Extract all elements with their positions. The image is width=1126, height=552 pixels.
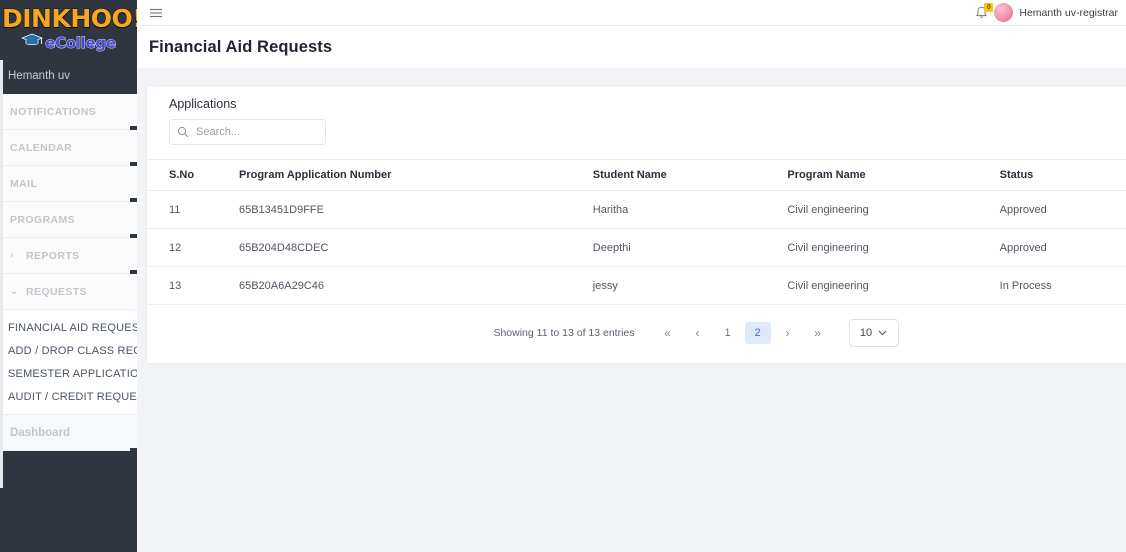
sidebar-item-label: PROGRAMS [10, 213, 76, 226]
app-root: DINKHOO! eCollege Hemanth uv NOTIFICATIO… [0, 0, 1126, 552]
brand-logo-word: DINKHOO! [1, 4, 137, 33]
sidebar-nav: NOTIFICATIONS CALENDAR MAIL PROGRAMS › R… [0, 94, 137, 454]
sidebar-item-semester-applications[interactable]: SEMESTER APPLICATIONS [0, 362, 137, 385]
chevron-right-icon: › [10, 250, 14, 261]
sidebar-item-programs[interactable]: PROGRAMS [0, 202, 137, 240]
cell-program-application-number: 65B20A6A29C46 [238, 266, 593, 305]
top-bar-right: 0 Hemanth uv-registrar [975, 2, 1118, 22]
cell-sno: 13 [147, 266, 239, 305]
sidebar-item-calendar[interactable]: CALENDAR [0, 130, 137, 168]
sidebar-item-financial-aid-requests[interactable]: FINANCIAL AID REQUESTS [0, 316, 137, 339]
column-header-program-name[interactable]: Program Name [787, 159, 1000, 191]
sidebar-submenu-requests: FINANCIAL AID REQUESTS ADD / DROP CLASS … [0, 310, 137, 414]
cell-status: Approved [999, 190, 1126, 229]
cell-status: Approved [999, 228, 1126, 267]
cell-sno: 12 [147, 228, 239, 267]
top-bar: 0 Hemanth uv-registrar [137, 0, 1126, 26]
search-input[interactable] [169, 119, 326, 145]
cell-student-name: jessy [592, 266, 788, 305]
pagination-summary: Showing 11 to 13 of 13 entries [493, 327, 635, 339]
sidebar-item-requests[interactable]: ⌄ REQUESTS [0, 274, 137, 310]
table-body: 11 65B13451D9FFE Haritha Civil engineeri… [147, 190, 1126, 305]
sidebar-user-name: Hemanth uv [8, 70, 71, 82]
graduation-cap-icon [21, 33, 44, 52]
pagination-page-1[interactable]: 1 [715, 322, 741, 344]
cell-student-name: Haritha [592, 190, 788, 229]
pagination-next-button[interactable]: › [775, 322, 801, 344]
sidebar-item-label: REQUESTS [26, 285, 87, 298]
cell-program-name: Civil engineering [787, 228, 1000, 267]
sidebar-item-label: CALENDAR [10, 141, 73, 154]
brand-logo[interactable]: DINKHOO! eCollege [0, 0, 137, 60]
applications-card: Applications S.No [146, 85, 1126, 364]
table-row[interactable]: 11 65B13451D9FFE Haritha Civil engineeri… [147, 190, 1126, 229]
applications-table: S.No Program Application Number Student … [147, 159, 1126, 305]
column-header-program-application-number[interactable]: Program Application Number [238, 159, 593, 191]
pagination-first-button[interactable]: « [655, 322, 681, 344]
card-header: Applications [147, 86, 1126, 145]
chevron-down-icon: ⌄ [10, 286, 19, 297]
sidebar: DINKHOO! eCollege Hemanth uv NOTIFICATIO… [0, 0, 137, 552]
page-title-bar: Financial Aid Requests [137, 26, 1126, 68]
sidebar-item-dashboard[interactable]: Dashboard [0, 414, 137, 454]
cell-program-application-number: 65B204D48CDEC [238, 228, 593, 267]
cell-program-name: Civil engineering [787, 266, 1000, 305]
cell-program-name: Civil engineering [787, 190, 1000, 229]
sidebar-item-reports[interactable]: › REPORTS [0, 238, 137, 276]
sidebar-item-label: MAIL [10, 177, 38, 190]
per-page-select[interactable]: 10 [848, 319, 899, 347]
content-area: Applications S.No [137, 68, 1126, 364]
column-header-sno[interactable]: S.No [147, 159, 239, 191]
cell-status: In Process [999, 266, 1126, 305]
main-area: 0 Hemanth uv-registrar Financial Aid Req… [137, 0, 1126, 552]
card-title: Applications [169, 97, 237, 111]
notification-badge: 0 [984, 2, 994, 12]
sidebar-item-label: REPORTS [26, 249, 80, 262]
brand-logo-ecollege: eCollege [45, 33, 117, 52]
table-row[interactable]: 13 65B20A6A29C46 jessy Civil engineering… [147, 266, 1126, 305]
search-container [169, 119, 326, 145]
sidebar-item-add-drop-class-request[interactable]: ADD / DROP CLASS REQUEST [0, 339, 137, 362]
pagination-page-2[interactable]: 2 [744, 322, 771, 344]
pagination-prev-button[interactable]: ‹ [685, 322, 711, 344]
sidebar-item-label: NOTIFICATIONS [10, 105, 97, 118]
sidebar-item-mail[interactable]: MAIL [0, 166, 137, 204]
avatar[interactable] [994, 3, 1014, 22]
notifications-button[interactable]: 0 [975, 2, 994, 20]
pagination: Showing 11 to 13 of 13 entries « ‹ 1 2 ›… [147, 305, 1126, 363]
cell-student-name: Deepthi [592, 228, 788, 267]
per-page-value: 10 [859, 327, 873, 339]
pagination-last-button[interactable]: » [805, 322, 831, 344]
cell-sno: 11 [147, 190, 239, 229]
sidebar-item-label: Dashboard [10, 427, 71, 439]
cell-program-application-number: 65B13451D9FFE [238, 190, 593, 229]
hamburger-icon[interactable] [149, 7, 163, 19]
chevron-down-icon [878, 330, 887, 336]
topbar-user-name[interactable]: Hemanth uv-registrar [1019, 7, 1118, 19]
column-header-status[interactable]: Status [999, 159, 1126, 191]
column-header-student-name[interactable]: Student Name [592, 159, 788, 191]
sidebar-scrollbar[interactable] [0, 60, 3, 488]
brand-logo-sub: eCollege [2, 33, 135, 52]
table-header-row: S.No Program Application Number Student … [147, 159, 1126, 191]
sidebar-item-audit-credit-request[interactable]: AUDIT / CREDIT REQUEST [0, 385, 137, 408]
section-marker [130, 448, 137, 454]
sidebar-item-notifications[interactable]: NOTIFICATIONS [0, 94, 137, 132]
table-row[interactable]: 12 65B204D48CDEC Deepthi Civil engineeri… [147, 228, 1126, 267]
page-title: Financial Aid Requests [149, 37, 333, 56]
table-header: S.No Program Application Number Student … [147, 159, 1126, 191]
